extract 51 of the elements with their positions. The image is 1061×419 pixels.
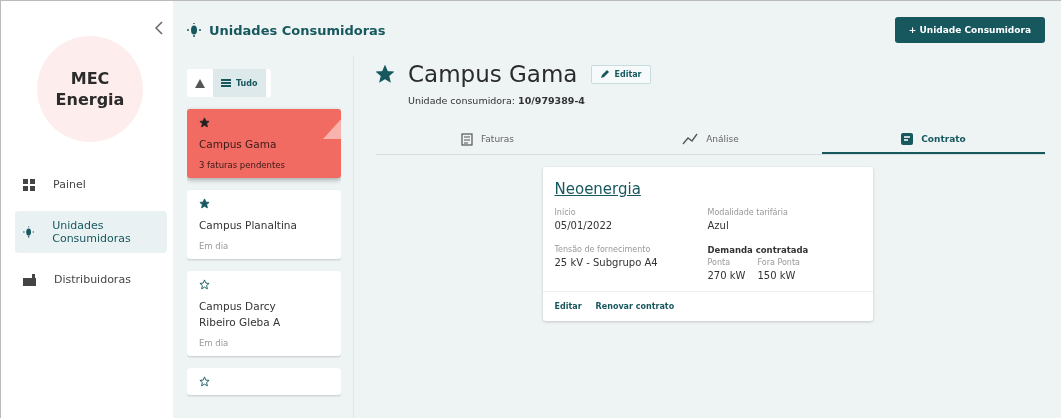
field-label: Modalidade tarifária (707, 208, 789, 217)
field-label: Fora Ponta (757, 258, 800, 267)
field-value: Azul (707, 220, 730, 231)
unit-status: Em dia (199, 241, 230, 251)
star-outline-icon[interactable] (199, 279, 210, 290)
unit-name: Campus Gama (199, 137, 278, 152)
lightbulb-icon (187, 23, 201, 37)
app-logo-text: MEC Energia (55, 68, 125, 110)
unit-status: 3 faturas pendentes (199, 160, 286, 170)
all-filter-button[interactable]: Tudo (213, 69, 266, 97)
unit-title: Campus Gama (408, 61, 578, 87)
contract-action-button[interactable]: Editar (554, 302, 582, 311)
line-chart-icon (682, 133, 699, 145)
distributor-link[interactable]: Neoenergia (554, 180, 641, 198)
field-value: 150 kW (757, 270, 797, 281)
field-value: 05/01/2022 (554, 220, 614, 231)
list-icon (221, 79, 231, 87)
tab[interactable]: Contrato (822, 126, 1045, 154)
unit-name: Campus Planaltina (199, 218, 298, 233)
note-icon (901, 133, 914, 145)
tab[interactable]: Faturas (376, 126, 599, 154)
edit-button[interactable]: Editar (591, 64, 651, 84)
document-icon (461, 132, 473, 146)
unit-status: Em dia (199, 338, 230, 348)
field-label: Ponta (707, 258, 732, 267)
contract-action-button[interactable]: Renovar contrato (595, 302, 675, 311)
field-label: Demanda contratada (707, 245, 810, 255)
unit-name: Campus Darcy Ribeiro Gleba A (199, 299, 282, 330)
star-icon[interactable] (199, 117, 210, 128)
pencil-icon (600, 69, 610, 79)
sidebar-item[interactable]: Distribuidoras (15, 265, 167, 294)
unit-card[interactable]: Campus Planaltina Em dia (187, 190, 341, 259)
unit-code: Unidade consumidora: 10/979389-4 (408, 95, 586, 106)
grid-icon (23, 178, 35, 191)
field-value: 25 kV - Subgrupo A4 (554, 257, 659, 268)
star-icon[interactable] (376, 65, 394, 83)
unit-card[interactable]: Campus Gama 3 faturas pendentes (187, 109, 341, 178)
field-value: 270 kW (707, 270, 746, 281)
tab[interactable]: Análise (599, 126, 822, 154)
sidebar-item[interactable]: Unidades Consumidoras (15, 211, 167, 253)
sidebar-item[interactable]: Painel (15, 170, 167, 199)
star-outline-icon[interactable] (199, 376, 210, 387)
add-unit-button[interactable]: + Unidade Consumidora (894, 17, 1045, 43)
page-title: Unidades Consumidoras (209, 22, 386, 38)
lightbulb-icon (23, 225, 35, 239)
unit-card[interactable]: Campus Darcy Ribeiro Gleba A Em dia (187, 271, 341, 356)
chevron-left-icon (155, 21, 163, 35)
field-label: Início (554, 208, 577, 217)
field-label: Tensão de fornecimento (554, 245, 652, 254)
star-icon[interactable] (199, 198, 210, 209)
building-icon (23, 273, 36, 286)
